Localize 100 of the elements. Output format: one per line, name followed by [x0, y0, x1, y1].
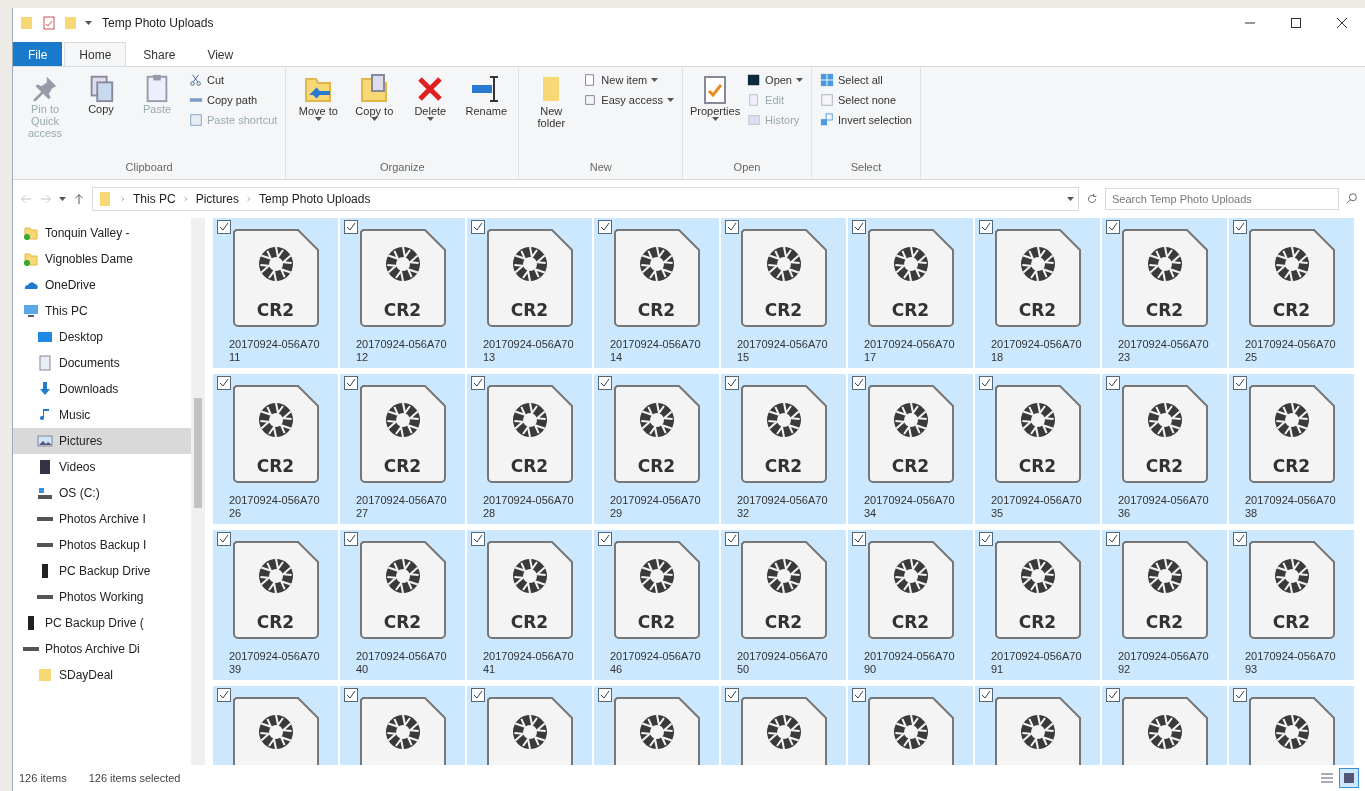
file-tile[interactable]: CR2 20170924-056A7040 [340, 530, 465, 680]
ribbon-button[interactable]: Move to [292, 71, 345, 161]
checkbox[interactable] [344, 220, 358, 234]
file-tile[interactable]: CR2 20170924-056A7026 [213, 374, 338, 524]
ribbon-button[interactable]: Easy access [581, 91, 677, 109]
nav-item[interactable]: Photos Archive Di [13, 636, 191, 662]
checkbox[interactable] [852, 532, 866, 546]
breadcrumb[interactable]: Pictures [195, 192, 240, 206]
ribbon-button[interactable]: Invert selection [818, 111, 914, 129]
file-tile[interactable]: CR2 20170924-056A7091 [975, 530, 1100, 680]
checkbox[interactable] [1106, 688, 1120, 702]
nav-item[interactable]: Documents [13, 350, 191, 376]
large-icons-view-button[interactable] [1339, 768, 1359, 788]
ribbon-button[interactable]: New folder [525, 71, 578, 161]
file-tile[interactable]: CR2 20170924-056A7013 [467, 218, 592, 368]
file-tile[interactable]: CR2 20170924-056A7014 [594, 218, 719, 368]
nav-item[interactable]: Downloads [13, 376, 191, 402]
file-tile[interactable]: CR2 20170924-056A7028 [467, 374, 592, 524]
checkbox[interactable] [852, 376, 866, 390]
checkbox[interactable] [598, 220, 612, 234]
nav-item[interactable]: PC Backup Drive ( [13, 610, 191, 636]
file-tile[interactable]: CR2 20170924-056A7012 [340, 218, 465, 368]
file-tile[interactable]: CR2 20170924-056A7038 [1229, 374, 1354, 524]
nav-item[interactable]: PC Backup Drive [13, 558, 191, 584]
file-tile[interactable]: CR2 20170924-056A7092 [1102, 530, 1227, 680]
checkbox[interactable] [852, 688, 866, 702]
checkbox[interactable] [217, 688, 231, 702]
checkbox[interactable] [979, 220, 993, 234]
checkbox[interactable] [979, 532, 993, 546]
checkbox[interactable] [979, 688, 993, 702]
ribbon-button[interactable]: Cut [187, 71, 280, 89]
checkbox[interactable] [725, 688, 739, 702]
nav-item[interactable]: Pictures [13, 428, 191, 454]
nav-item[interactable]: This PC [13, 298, 191, 324]
file-tile[interactable]: CR2 20170924-056A7039 [213, 530, 338, 680]
checkbox[interactable] [1233, 532, 1247, 546]
checkbox[interactable] [344, 376, 358, 390]
file-tile[interactable]: CR2 20170924-056A7050 [721, 530, 846, 680]
checkbox[interactable] [598, 376, 612, 390]
nav-item[interactable]: Tonquin Valley - [13, 220, 191, 246]
checkbox[interactable] [1106, 376, 1120, 390]
checkbox[interactable] [1233, 220, 1247, 234]
checkbox[interactable] [852, 220, 866, 234]
nav-item[interactable]: Vignobles Dame [13, 246, 191, 272]
checkbox[interactable] [1106, 532, 1120, 546]
file-tile[interactable]: CR2 20170924-056A7034 [848, 374, 973, 524]
checkbox[interactable] [344, 532, 358, 546]
file-tile[interactable]: CR2 20170924-056A7017 [848, 218, 973, 368]
checkbox[interactable] [344, 688, 358, 702]
nav-item[interactable]: Photos Archive I [13, 506, 191, 532]
ribbon-button[interactable]: New item [581, 71, 677, 89]
checkbox[interactable] [598, 532, 612, 546]
nav-item[interactable]: Videos [13, 454, 191, 480]
file-tile[interactable]: CR2 20170924-056A7093 [1229, 530, 1354, 680]
file-tile[interactable]: CR2 20170924-056A7041 [467, 530, 592, 680]
checkbox[interactable] [217, 376, 231, 390]
ribbon-button[interactable]: Rename [460, 71, 513, 161]
ribbon-button[interactable]: Copy to [348, 71, 401, 161]
checkbox[interactable] [979, 376, 993, 390]
scrollbar[interactable] [191, 218, 205, 765]
ribbon-button[interactable]: Copy path [187, 91, 280, 109]
checkbox[interactable] [598, 688, 612, 702]
checkbox[interactable] [725, 376, 739, 390]
checkbox[interactable] [471, 688, 485, 702]
ribbon-button[interactable]: Properties [689, 71, 742, 161]
nav-item[interactable]: Music [13, 402, 191, 428]
file-tile[interactable]: CR2 20170924-056A7046 [594, 530, 719, 680]
checkbox[interactable] [1106, 220, 1120, 234]
checkbox[interactable] [725, 532, 739, 546]
ribbon-button[interactable]: Select none [818, 91, 914, 109]
nav-item[interactable]: Photos Working [13, 584, 191, 610]
checkbox[interactable] [471, 220, 485, 234]
nav-item[interactable]: OS (C:) [13, 480, 191, 506]
checkbox[interactable] [1233, 376, 1247, 390]
scroll-thumb[interactable] [194, 398, 202, 508]
ribbon-tab[interactable]: Share [128, 42, 191, 66]
file-tab[interactable]: File [13, 42, 63, 66]
nav-item[interactable]: Desktop [13, 324, 191, 350]
file-tile[interactable]: CR2 20170924-056A7025 [1229, 218, 1354, 368]
file-tile[interactable]: CR2 20170924-056A7036 [1102, 374, 1227, 524]
address-bar[interactable]: This PC Pictures Temp Photo Uploads [92, 187, 1079, 211]
file-tile[interactable]: CR2 20170924-056A7011 [213, 218, 338, 368]
ribbon-button[interactable]: Delete [404, 71, 457, 161]
checkbox[interactable] [217, 532, 231, 546]
file-tile[interactable]: CR2 20170924-056A7018 [975, 218, 1100, 368]
checkbox[interactable] [725, 220, 739, 234]
file-tile[interactable]: CR2 20170924-056A7027 [340, 374, 465, 524]
checkbox[interactable] [217, 220, 231, 234]
ribbon-button[interactable]: Copy [75, 71, 127, 161]
file-tile[interactable]: CR2 20170924-056A7032 [721, 374, 846, 524]
breadcrumb[interactable]: This PC [133, 192, 176, 206]
file-tile[interactable]: CR2 20170924-056A7015 [721, 218, 846, 368]
search-field[interactable]: Search Temp Photo Uploads [1105, 188, 1339, 210]
file-tile[interactable]: CR2 20170924-056A7090 [848, 530, 973, 680]
ribbon-tab[interactable]: Home [64, 42, 127, 66]
nav-item[interactable]: Photos Backup I [13, 532, 191, 558]
checkbox[interactable] [1233, 688, 1247, 702]
file-tile[interactable]: CR2 20170924-056A7023 [1102, 218, 1227, 368]
nav-item[interactable]: SDayDeal [13, 662, 191, 688]
ribbon-button[interactable]: Open [745, 71, 805, 89]
